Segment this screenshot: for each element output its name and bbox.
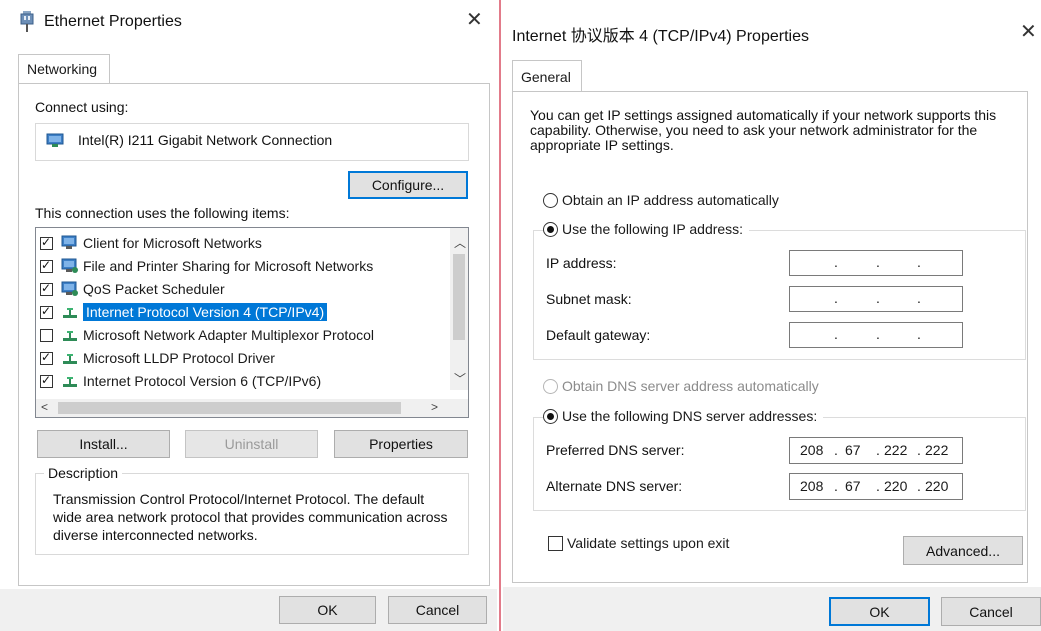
window-title: Ethernet Properties xyxy=(44,13,182,30)
protocol-icon xyxy=(63,377,77,387)
alternate-dns-label: Alternate DNS server: xyxy=(546,478,683,494)
scroll-right-icon[interactable]: > xyxy=(431,400,438,414)
items-label: This connection uses the following items… xyxy=(35,205,290,221)
use-ip-radio[interactable]: Use the following IP address: xyxy=(543,221,750,237)
octet-1: 208 xyxy=(800,478,824,494)
octet-2: 67 xyxy=(845,478,861,494)
validate-label: Validate settings upon exit xyxy=(567,535,730,551)
cancel-button[interactable]: Cancel xyxy=(388,596,487,624)
network-adapter-icon xyxy=(46,133,64,147)
octet-4: 222 xyxy=(925,442,949,458)
list-item[interactable]: File and Printer Sharing for Microsoft N… xyxy=(40,255,373,277)
scroll-down-icon[interactable]: ﹀ xyxy=(454,370,466,387)
checkbox-icon[interactable] xyxy=(40,258,53,273)
obtain-ip-label: Obtain an IP address automatically xyxy=(562,192,779,208)
ip-address-label: IP address: xyxy=(546,255,617,271)
configure-button[interactable]: Configure... xyxy=(348,171,468,199)
scroll-up-icon[interactable]: ︿ xyxy=(454,234,466,251)
radio-button-selected-icon[interactable] xyxy=(543,408,558,424)
list-item-label: Internet Protocol Version 6 (TCP/IPv6) xyxy=(83,373,322,389)
alternate-dns-field[interactable]: 208 . 67 . 220 . 220 xyxy=(789,473,963,500)
list-item[interactable]: Internet Protocol Version 4 (TCP/IPv4) xyxy=(40,301,328,323)
scroll-thumb[interactable] xyxy=(453,254,465,340)
use-dns-radio[interactable]: Use the following DNS server addresses: xyxy=(543,408,824,424)
use-ip-label: Use the following IP address: xyxy=(562,221,744,237)
list-item[interactable]: Client for Microsoft Networks xyxy=(40,232,262,254)
items-list[interactable]: Client for Microsoft Networks File and Pr… xyxy=(35,227,469,418)
horizontal-scrollbar[interactable]: < > xyxy=(36,399,468,417)
ok-button[interactable]: OK xyxy=(829,597,930,626)
ok-button[interactable]: OK xyxy=(279,596,376,624)
checkbox-icon[interactable] xyxy=(40,304,53,319)
gateway-label: Default gateway: xyxy=(546,327,651,343)
preferred-dns-field[interactable]: 208 . 67 . 222 . 222 xyxy=(789,437,963,464)
octet-4: 220 xyxy=(925,478,949,494)
obtain-ip-radio[interactable]: Obtain an IP address automatically xyxy=(543,192,779,208)
gateway-field[interactable]: ... xyxy=(789,322,963,348)
protocol-icon xyxy=(63,354,77,364)
tcpipv4-properties-window: Internet 协议版本 4 (TCP/IPv4) Properties ✕ … xyxy=(503,0,1041,631)
tab-networking[interactable]: Networking xyxy=(18,54,110,84)
advanced-button[interactable]: Advanced... xyxy=(903,536,1023,565)
checkbox-icon[interactable] xyxy=(40,373,53,388)
list-item[interactable]: Microsoft LLDP Protocol Driver xyxy=(40,347,275,369)
list-item[interactable]: QoS Packet Scheduler xyxy=(40,278,225,300)
properties-button[interactable]: Properties xyxy=(334,430,468,458)
tab-general[interactable]: General xyxy=(512,60,582,92)
network-service-icon xyxy=(61,258,78,273)
description-text: Transmission Control Protocol/Internet P… xyxy=(53,491,448,543)
subnet-mask-label: Subnet mask: xyxy=(546,291,632,307)
validate-checkbox[interactable]: Validate settings upon exit xyxy=(548,535,729,551)
checkbox-icon[interactable] xyxy=(40,281,53,296)
window-title: Internet 协议版本 4 (TCP/IPv4) Properties xyxy=(512,28,809,45)
list-item-label: Client for Microsoft Networks xyxy=(83,235,262,251)
ip-address-field[interactable]: ... xyxy=(789,250,963,276)
octet-2: 67 xyxy=(845,442,861,458)
radio-button-disabled-icon[interactable] xyxy=(543,378,558,394)
adapter-field: Intel(R) I211 Gigabit Network Connection xyxy=(35,123,469,161)
subnet-mask-field[interactable]: ... xyxy=(789,286,963,312)
list-item-label: Microsoft Network Adapter Multiplexor Pr… xyxy=(83,327,374,343)
description-label: Description xyxy=(44,465,123,481)
list-item-label: File and Printer Sharing for Microsoft N… xyxy=(83,258,374,274)
checkbox-icon[interactable] xyxy=(40,328,53,342)
title-bar: Ethernet Properties ✕ xyxy=(0,0,497,46)
octet-3: 222 xyxy=(884,442,908,458)
hscroll-thumb[interactable] xyxy=(58,402,401,414)
close-icon[interactable]: ✕ xyxy=(466,10,483,30)
list-item-label: Internet Protocol Version 4 (TCP/IPv4) xyxy=(83,303,328,321)
install-button[interactable]: Install... xyxy=(37,430,170,458)
obtain-dns-label: Obtain DNS server address automatically xyxy=(562,378,819,394)
network-client-icon xyxy=(61,235,77,249)
list-item[interactable]: Internet Protocol Version 6 (TCP/IPv6) xyxy=(40,370,321,392)
radio-button-selected-icon[interactable] xyxy=(543,221,558,237)
checkbox-icon[interactable] xyxy=(40,235,53,250)
uninstall-button[interactable]: Uninstall xyxy=(185,430,318,458)
preferred-dns-label: Preferred DNS server: xyxy=(546,442,685,458)
scroll-left-icon[interactable]: < xyxy=(41,400,48,414)
protocol-icon xyxy=(63,331,77,341)
close-icon[interactable]: ✕ xyxy=(1020,22,1037,42)
list-item[interactable]: Microsoft Network Adapter Multiplexor Pr… xyxy=(40,324,374,346)
octet-3: 220 xyxy=(884,478,908,494)
ethernet-properties-window: Ethernet Properties ✕ Networking Connect… xyxy=(0,0,497,631)
octet-1: 208 xyxy=(800,442,824,458)
list-item-label: Microsoft LLDP Protocol Driver xyxy=(83,350,275,366)
adapter-name: Intel(R) I211 Gigabit Network Connection xyxy=(78,132,333,148)
list-item-label: QoS Packet Scheduler xyxy=(83,281,225,297)
vertical-scrollbar[interactable]: ︿ ﹀ xyxy=(450,228,468,390)
intro-text: You can get IP settings assigned automat… xyxy=(530,107,997,153)
obtain-dns-radio[interactable]: Obtain DNS server address automatically xyxy=(543,378,819,394)
network-adapter-icon xyxy=(20,11,34,32)
title-bar: Internet 协议版本 4 (TCP/IPv4) Properties ✕ xyxy=(503,0,1041,46)
network-service-icon xyxy=(61,281,78,296)
use-dns-label: Use the following DNS server addresses: xyxy=(562,408,818,424)
cancel-button[interactable]: Cancel xyxy=(941,597,1041,626)
radio-button-icon[interactable] xyxy=(543,192,558,208)
connect-using-label: Connect using: xyxy=(35,99,129,115)
protocol-icon xyxy=(63,308,77,318)
checkbox-icon[interactable] xyxy=(40,350,53,365)
checkbox-icon[interactable] xyxy=(548,535,563,551)
